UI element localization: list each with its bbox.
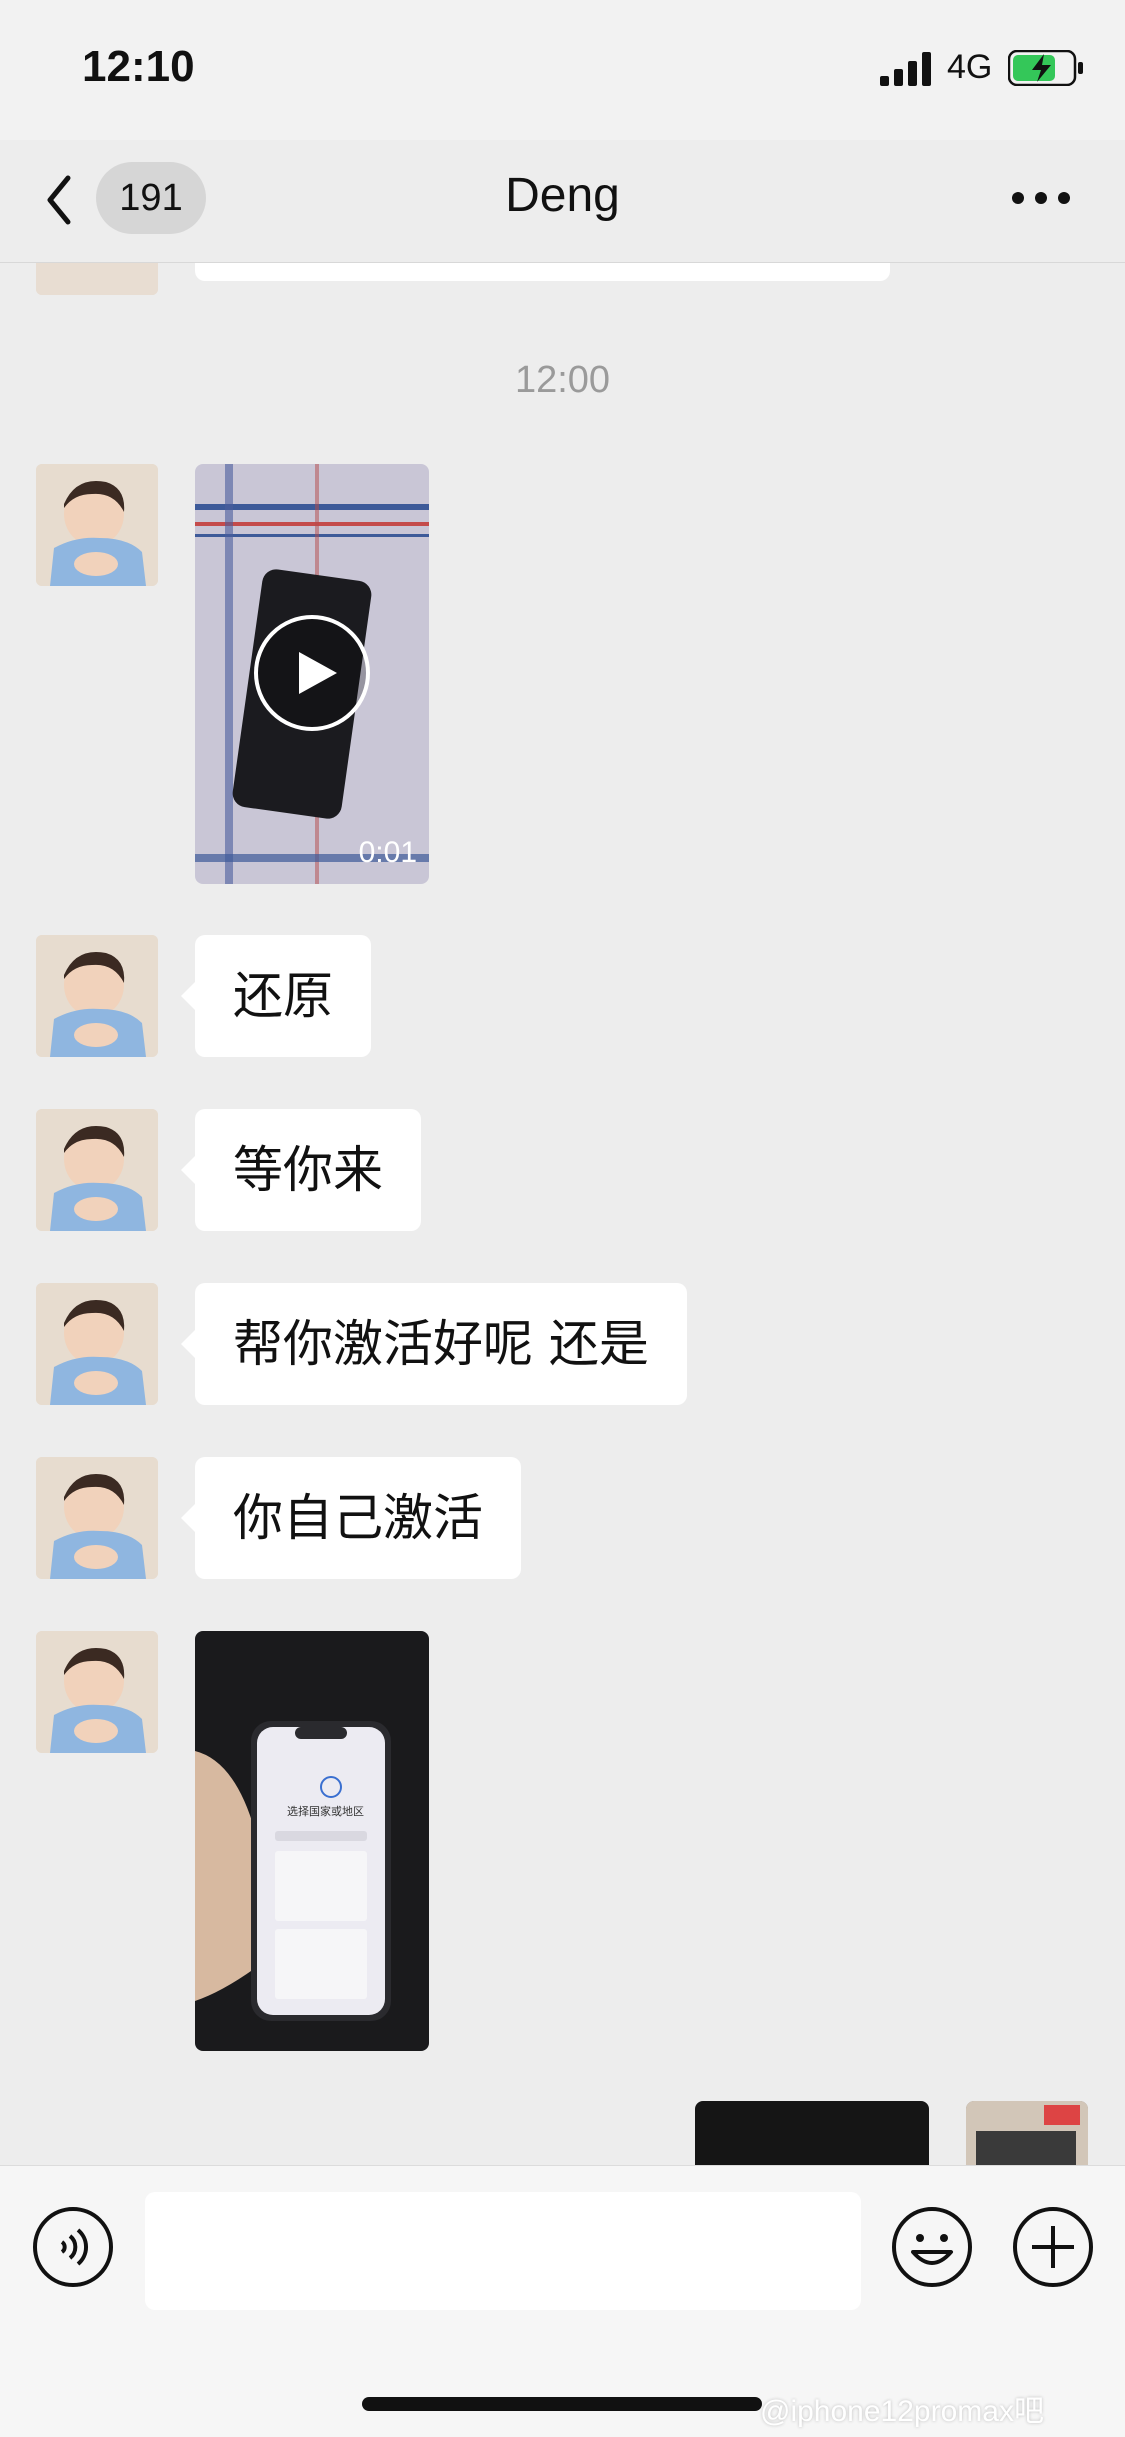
avatar[interactable] bbox=[36, 1283, 158, 1405]
network-type: 4G bbox=[947, 48, 993, 86]
home-indicator bbox=[362, 2397, 762, 2411]
signal-icon bbox=[880, 52, 931, 86]
message-bubble[interactable]: 你自己激活 bbox=[181, 1457, 521, 1579]
avatar[interactable] bbox=[36, 464, 158, 586]
message-bubble-partial bbox=[195, 263, 890, 281]
message-list[interactable]: 12:00 0:01 还原 等你来 帮你激活好呢 还是 你自己激活 选择国家或地… bbox=[0, 263, 1125, 2165]
emoji-icon[interactable] bbox=[891, 2206, 973, 2288]
plus-icon[interactable] bbox=[1012, 2206, 1094, 2288]
message-input[interactable] bbox=[145, 2192, 861, 2310]
video-message[interactable]: 0:01 bbox=[195, 464, 429, 884]
avatar[interactable] bbox=[36, 1631, 158, 1753]
image-message[interactable]: 选择国家或地区 bbox=[195, 1631, 429, 2051]
status-time: 12:10 bbox=[82, 42, 195, 91]
avatar[interactable] bbox=[36, 1109, 158, 1231]
screenshot-heading: 选择国家或地区 bbox=[287, 1805, 364, 1818]
video-duration: 0:01 bbox=[358, 836, 417, 869]
image-message-partial[interactable] bbox=[695, 2101, 929, 2165]
message-bubble[interactable]: 还原 bbox=[181, 935, 371, 1057]
more-icon[interactable] bbox=[1012, 192, 1070, 206]
watermark: @iphone12promax吧 bbox=[760, 2395, 1044, 2428]
voice-icon[interactable] bbox=[32, 2206, 114, 2288]
message-timestamp: 12:00 bbox=[514, 359, 611, 401]
battery-icon bbox=[1008, 50, 1083, 86]
status-bar: 12:10 4G bbox=[0, 0, 1125, 140]
chat-title: Deng bbox=[505, 169, 620, 222]
input-toolbar: @iphone12promax吧 bbox=[0, 2165, 1125, 2437]
message-bubble[interactable]: 等你来 bbox=[181, 1109, 421, 1231]
avatar[interactable] bbox=[966, 2101, 1088, 2165]
avatar[interactable] bbox=[36, 935, 158, 1057]
play-icon[interactable] bbox=[253, 614, 371, 732]
avatar[interactable] bbox=[36, 263, 158, 295]
message-bubble[interactable]: 帮你激活好呢 还是 bbox=[181, 1283, 687, 1405]
avatar[interactable] bbox=[36, 1457, 158, 1579]
